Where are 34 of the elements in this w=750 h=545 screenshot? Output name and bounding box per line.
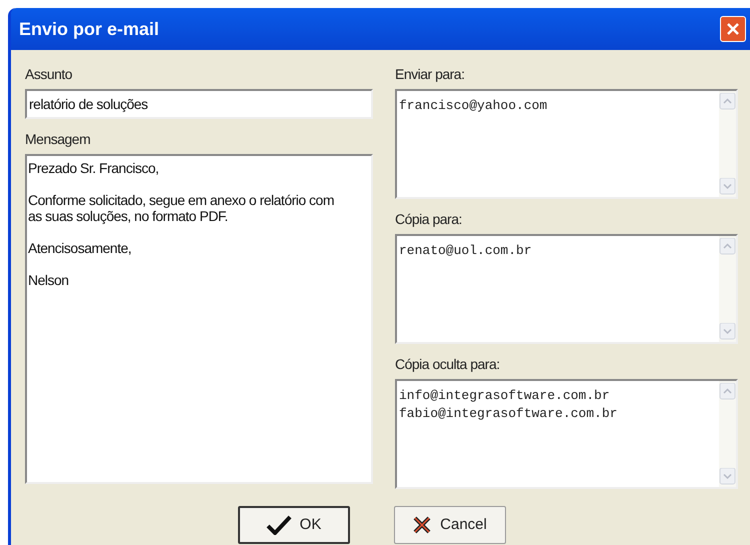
recipient-field[interactable]: renato@uol.com.br: [395, 234, 738, 344]
close-button[interactable]: [720, 16, 746, 42]
field-label: Assunto: [25, 65, 74, 84]
scroll-down-icon[interactable]: [719, 468, 736, 485]
cancel-button[interactable]: Cancel: [394, 506, 506, 544]
checkmark-icon: [266, 515, 292, 535]
field-label: Enviar para:: [395, 65, 466, 84]
message-text: Atencisosamente,: [28, 240, 132, 256]
cross-icon: [412, 515, 432, 535]
scroll-bar[interactable]: [719, 236, 736, 342]
subject-field[interactable]: relatório de soluções: [25, 89, 373, 119]
message-text: Conforme solicitado, segue em anexo o relatório com as suas soluções, no formato PDF.: [28, 192, 336, 224]
close-icon: [726, 22, 740, 36]
scroll-up-icon[interactable]: [719, 238, 736, 255]
field-label: Cópia oculta para:: [395, 355, 501, 374]
message-text: Nelson: [28, 272, 70, 288]
ok-button[interactable]: OK: [238, 506, 350, 544]
window-title: Envio por e-mail: [19, 18, 160, 41]
email-address: renato@uol.com.br: [399, 242, 533, 260]
recipient-field[interactable]: francisco@yahoo.com: [395, 89, 738, 199]
scroll-up-icon[interactable]: [719, 383, 736, 400]
message-field[interactable]: Prezado Sr. Francisco, Conforme solicitado, segue em anexo o relatório com as suas soluções, no formato PDF. Atencisosamente, Nelson: [25, 154, 373, 484]
scroll-bar[interactable]: [719, 91, 736, 197]
email-address: fabio@integrasoftware.com.br: [399, 405, 618, 423]
email-address: info@integrasoftware.com.br: [399, 387, 611, 405]
field-label: Cópia para:: [395, 210, 463, 229]
scroll-down-icon[interactable]: [719, 178, 736, 195]
message-text: Prezado Sr. Francisco,: [28, 160, 160, 176]
scroll-bar[interactable]: [719, 381, 736, 487]
email-address: francisco@yahoo.com: [399, 97, 548, 115]
field-label: Mensagem: [25, 130, 92, 149]
scroll-down-icon[interactable]: [719, 323, 736, 340]
scroll-up-icon[interactable]: [719, 93, 736, 110]
recipient-field[interactable]: info@integrasoftware.com.br fabio@integrasoftware.com.br: [395, 379, 738, 489]
